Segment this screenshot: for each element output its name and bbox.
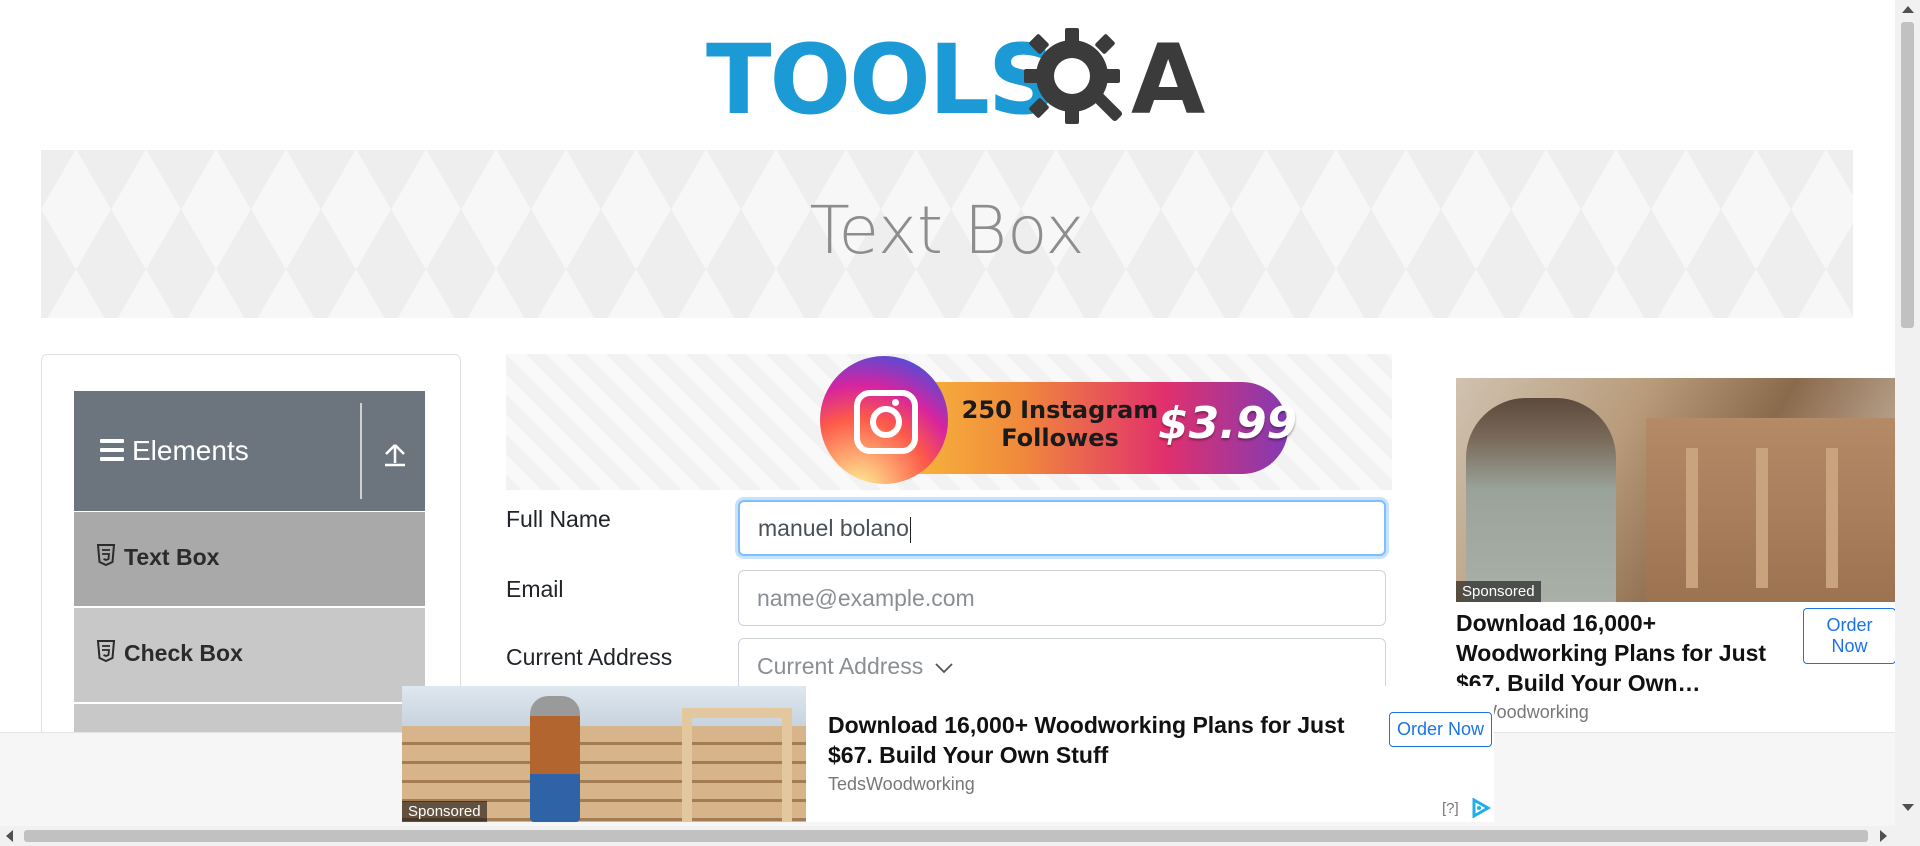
sidebar-group-elements[interactable]: Elements (74, 391, 425, 511)
current-address-label: Current Address (506, 644, 673, 670)
scroll-up-icon[interactable] (1902, 6, 1914, 13)
scrollbar-thumb[interactable] (1901, 22, 1914, 328)
ad-source: Woodworking (1480, 702, 1589, 722)
ad-image[interactable]: Sponsored (402, 686, 806, 822)
full-name-value: manuel bolano (758, 515, 909, 541)
sidebar-group-title: Elements (132, 435, 249, 466)
vertical-scrollbar[interactable] (1895, 0, 1920, 826)
sidebar-item-text-box[interactable]: Text Box (74, 512, 425, 606)
full-name-label: Full Name (506, 506, 611, 532)
full-name-input[interactable]: manuel bolano (738, 500, 1386, 556)
adchoices-icon[interactable] (1470, 798, 1492, 818)
order-now-button[interactable]: Order Now (1803, 608, 1896, 664)
html5-icon (96, 544, 116, 566)
page-banner: Text Box (41, 150, 1853, 318)
sponsored-label: Sponsored (1456, 581, 1541, 602)
page-title: Text Box (809, 192, 1085, 269)
ad-price: $3.99 (1158, 398, 1298, 449)
hamburger-icon (100, 439, 124, 466)
sidebar-item-label: Text Box (124, 544, 220, 570)
chevron-down-icon (934, 663, 953, 674)
email-placeholder: name@example.com (757, 585, 975, 611)
ad-right[interactable]: Sponsored Download 16,000+ Woodworking P… (1436, 354, 1896, 736)
text-caret (909, 516, 911, 543)
site-logo[interactable]: TOOLS A (706, 20, 1205, 136)
ad-help-link[interactable]: [?] (1442, 800, 1459, 817)
instagram-icon (820, 356, 948, 484)
logo-text-a: A (1131, 24, 1206, 136)
ad-text: 250 Instagram Followes (960, 396, 1160, 452)
ad-headline[interactable]: Download 16,000+ Woodworking Plans for J… (1456, 608, 1786, 698)
gear-magnifier-icon (1024, 28, 1123, 124)
ad-line-1: 250 Instagram (961, 396, 1159, 424)
divider (360, 403, 362, 499)
horizontal-scrollbar[interactable] (0, 826, 1920, 846)
ad-bottom[interactable]: Sponsored Download 16,000+ Woodworking P… (402, 686, 1494, 822)
scroll-right-icon[interactable] (1880, 830, 1887, 842)
sponsored-label: Sponsored (402, 801, 487, 822)
email-label: Email (506, 576, 564, 602)
logo-text-tools: TOOLS (706, 24, 1057, 136)
ad-headline[interactable]: Download 16,000+ Woodworking Plans for J… (828, 710, 1388, 770)
scroll-left-icon[interactable] (6, 830, 13, 842)
email-input[interactable]: name@example.com (738, 570, 1386, 626)
html5-icon (96, 640, 116, 662)
collapse-arrow-icon[interactable] (378, 437, 412, 471)
ad-source: TedsWoodworking (828, 774, 975, 794)
scrollbar-thumb[interactable] (24, 830, 1868, 842)
address-placeholder: Current Address (757, 653, 924, 679)
sidebar-item-check-box[interactable]: Check Box (74, 608, 425, 702)
sidebar-item-label: Check Box (124, 640, 243, 666)
ad-line-2: Followes (1001, 424, 1119, 452)
ad-image[interactable]: Sponsored (1456, 378, 1896, 602)
order-now-button[interactable]: Order Now (1389, 712, 1493, 747)
scroll-down-icon[interactable] (1902, 804, 1914, 811)
